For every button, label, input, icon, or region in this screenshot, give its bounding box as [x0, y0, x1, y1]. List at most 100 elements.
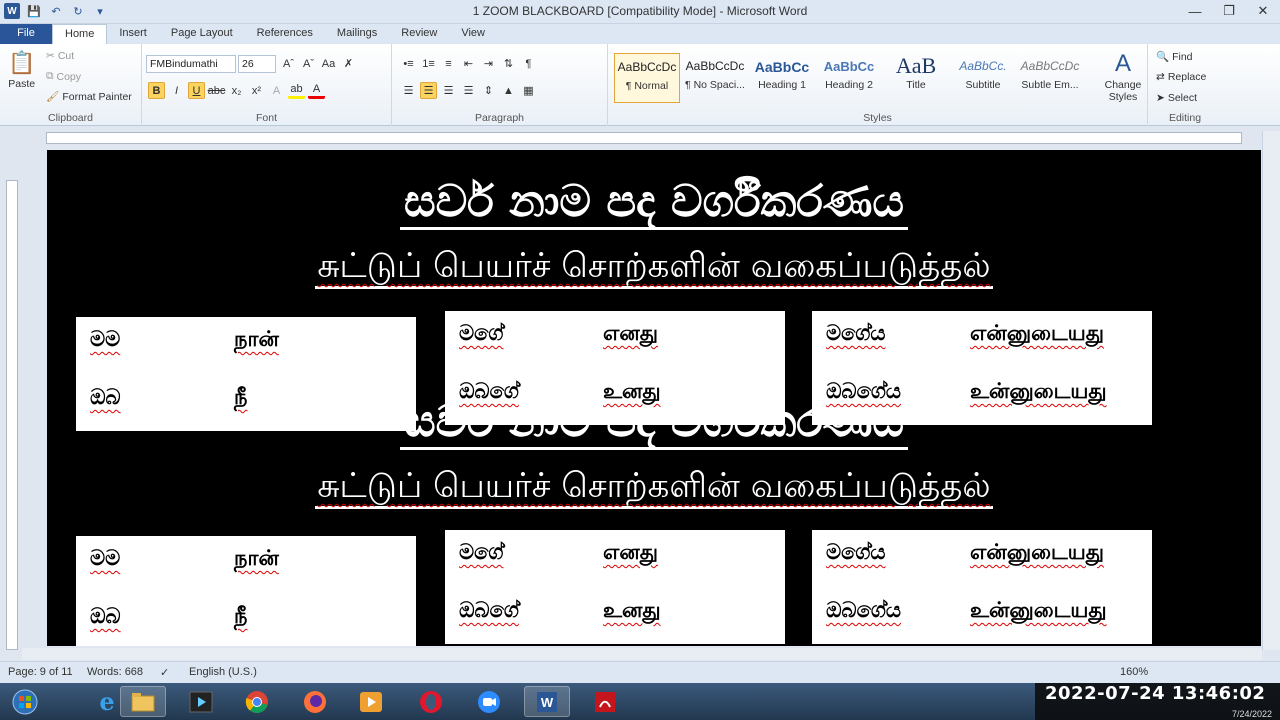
clock-date: 7/24/2022 — [1231, 709, 1272, 719]
grow-font-icon[interactable]: Aˆ — [280, 55, 297, 72]
title-bar: W 💾 ↶ ↻ ▾ 1 ZOOM BLACKBOARD [Compatibili… — [0, 0, 1280, 24]
superscript-icon[interactable]: x² — [248, 82, 265, 99]
tab-page-layout[interactable]: Page Layout — [159, 24, 245, 44]
tamil-title-2: சுட்டுப் பெயர்ச் சொற்களின் வகைப்படுத்தல் — [47, 466, 1261, 510]
replace-button[interactable]: ⇄ Replace — [1156, 71, 1206, 83]
video-editor-icon[interactable] — [178, 686, 224, 717]
bullets-icon[interactable]: •≡ — [400, 55, 417, 72]
copy-button[interactable]: ⧉ Copy — [46, 70, 81, 83]
media-player-icon[interactable] — [348, 686, 394, 717]
system-clock[interactable]: 2022-07-24 13:46:02 7/24/2022 — [1035, 683, 1280, 720]
subscript-icon[interactable]: x₂ — [228, 82, 245, 99]
numbering-icon[interactable]: 1≡ — [420, 55, 437, 72]
tab-mailings[interactable]: Mailings — [325, 24, 389, 44]
cut-button[interactable]: ✂ Cut — [46, 50, 74, 62]
maximize-button[interactable]: ❐ — [1212, 0, 1246, 22]
sinhala-word: ඔබගේ — [459, 598, 519, 622]
strikethrough-icon[interactable]: abc — [208, 82, 226, 99]
tab-references[interactable]: References — [245, 24, 325, 44]
text-effects-icon[interactable]: A — [268, 82, 285, 99]
horizontal-scrollbar[interactable] — [22, 648, 1262, 660]
align-left-icon[interactable]: ☰ — [400, 82, 417, 99]
sinhala-word: මගේ — [459, 540, 504, 564]
font-group: FMBindumathi 26 Aˆ Aˇ Aa ✗ B I U abc x₂ … — [142, 44, 392, 126]
vertical-scrollbar[interactable] — [1262, 131, 1280, 650]
italic-icon[interactable]: I — [168, 82, 185, 99]
increase-indent-icon[interactable]: ⇥ — [480, 55, 497, 72]
font-size-select[interactable]: 26 — [238, 55, 276, 73]
justify-icon[interactable]: ☰ — [460, 82, 477, 99]
align-center-icon[interactable]: ☰ — [420, 82, 437, 99]
borders-icon[interactable]: ▦ — [520, 82, 537, 99]
proofing-icon[interactable]: ✓ — [160, 666, 169, 679]
change-styles-button[interactable]: A Change Styles — [1102, 50, 1144, 103]
bold-icon[interactable]: B — [148, 82, 165, 99]
tab-insert[interactable]: Insert — [107, 24, 159, 44]
font-color-icon[interactable]: A — [308, 82, 325, 99]
document-area[interactable]: සර්ව නාම පද වර්ගීකරණය சுட்டுப் பெயர்ச் ச… — [22, 150, 1262, 646]
close-button[interactable]: ✕ — [1246, 0, 1280, 22]
shading-icon[interactable]: ▲ — [500, 82, 517, 99]
font-label: Font — [255, 112, 277, 124]
tab-home[interactable]: Home — [52, 24, 108, 44]
style-subtle-emphasis[interactable]: AaBbCcDc Subtle Em... — [1017, 53, 1083, 103]
editing-label: Editing — [1168, 112, 1202, 124]
clear-formatting-icon[interactable]: ✗ — [340, 55, 357, 72]
change-styles-icon: A — [1114, 50, 1131, 77]
firefox-icon[interactable] — [292, 686, 338, 717]
word-taskbar-icon[interactable]: W — [524, 686, 570, 717]
tab-view[interactable]: View — [449, 24, 497, 44]
show-marks-icon[interactable]: ¶ — [520, 55, 537, 72]
word-box-2: මගේ எனது ඔබගේ உனது — [445, 311, 785, 425]
sort-icon[interactable]: ⇅ — [500, 55, 517, 72]
document-page[interactable]: සර්ව නාම පද වර්ගීකරණය சுட்டுப் பெயர்ச் ச… — [47, 150, 1261, 646]
tamil-word: உன்னுடையது — [970, 379, 1107, 403]
decrease-indent-icon[interactable]: ⇤ — [460, 55, 477, 72]
format-painter-button[interactable]: 🖌 Format Painter — [46, 90, 132, 104]
sinhala-title: සර්ව නාම පද වර්ගීකරණය — [47, 176, 1261, 230]
style-subtitle[interactable]: AaBbCc. Subtitle — [950, 53, 1016, 103]
paste-button[interactable]: 📋 Paste — [8, 50, 35, 90]
style-heading-2[interactable]: AaBbCc Heading 2 — [816, 53, 882, 103]
font-name-select[interactable]: FMBindumathi — [146, 55, 236, 73]
tamil-word: என்னுடையது — [970, 540, 1104, 564]
zoom-icon[interactable] — [466, 686, 512, 717]
select-button[interactable]: ➤ Select — [1156, 92, 1197, 104]
styles-label: Styles — [863, 112, 892, 124]
tamil-word: எனது — [603, 540, 658, 564]
style-heading-1[interactable]: AaBbCc Heading 1 — [749, 53, 815, 103]
sinhala-word: ඔබ — [90, 604, 121, 628]
page-count[interactable]: Page: 9 of 11 — [8, 666, 73, 678]
sinhala-word: මම — [90, 327, 121, 351]
find-button[interactable]: 🔍 Find — [1156, 50, 1193, 64]
tamil-word: உனது — [603, 598, 661, 622]
word-count[interactable]: Words: 668 — [87, 666, 143, 678]
style-title[interactable]: AaB Title — [883, 53, 949, 103]
sinhala-word: ඔබ — [90, 385, 121, 409]
language[interactable]: English (U.S.) — [189, 666, 257, 678]
change-case-icon[interactable]: Aa — [320, 55, 337, 72]
multilevel-list-icon[interactable]: ≡ — [440, 55, 457, 72]
start-button[interactable] — [2, 686, 48, 717]
vertical-ruler[interactable] — [0, 150, 22, 650]
tab-file[interactable]: File — [0, 24, 52, 44]
minimize-button[interactable]: — — [1178, 0, 1212, 22]
zoom-level[interactable]: 160% — [1120, 666, 1148, 678]
file-explorer-icon[interactable] — [120, 686, 166, 717]
ribbon: 📋 Paste ✂ Cut ⧉ Copy 🖌 Format Painter Clipb… — [0, 44, 1280, 126]
horizontal-ruler[interactable] — [0, 127, 1280, 147]
underline-icon[interactable]: U — [188, 82, 205, 99]
shrink-font-icon[interactable]: Aˇ — [300, 55, 317, 72]
word-box-4: මම நான் ඔබ நீ — [76, 536, 416, 646]
pdf-reader-icon[interactable] — [582, 686, 628, 717]
tab-review[interactable]: Review — [389, 24, 449, 44]
style-normal[interactable]: AaBbCcDc ¶ Normal — [614, 53, 680, 103]
line-spacing-icon[interactable]: ⇕ — [480, 82, 497, 99]
align-right-icon[interactable]: ☰ — [440, 82, 457, 99]
chrome-icon[interactable] — [234, 686, 280, 717]
paragraph-group: •≡ 1≡ ≡ ⇤ ⇥ ⇅ ¶ ☰ ☰ ☰ ☰ ⇕ ▲ ▦ Paragraph — [392, 44, 608, 126]
style-no-spacing[interactable]: AaBbCcDc ¶ No Spaci... — [682, 53, 748, 103]
opera-icon[interactable] — [408, 686, 454, 717]
highlight-icon[interactable]: ab — [288, 82, 305, 99]
clock-datetime: 2022-07-24 13:46:02 — [1045, 683, 1266, 704]
